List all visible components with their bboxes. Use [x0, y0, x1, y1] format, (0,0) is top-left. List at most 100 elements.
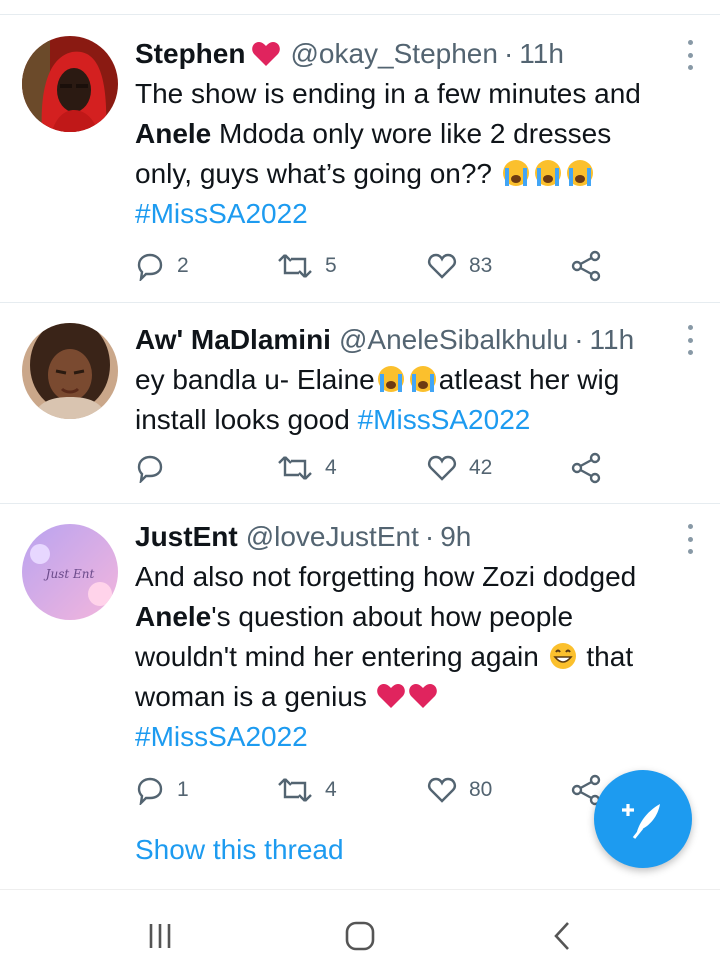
hashtag-link[interactable]: #MissSA2022	[358, 404, 531, 435]
compose-button[interactable]	[594, 770, 692, 868]
hashtag-link[interactable]: #MissSA2022	[135, 194, 702, 234]
show-thread-link[interactable]: Show this thread	[135, 830, 344, 870]
retweet-icon	[278, 456, 312, 480]
retweet-button[interactable]: 5	[277, 246, 337, 286]
tweet-line-text: atleast her wig	[438, 364, 620, 395]
tweet-line: The show is ending in a few minutes and	[135, 78, 641, 109]
more-icon[interactable]	[684, 524, 696, 554]
crying-face-icon	[534, 160, 561, 186]
handle[interactable]: @okay_Stephen	[290, 34, 497, 74]
home-icon	[345, 921, 375, 951]
tweet-3-content: JustEnt @loveJustEnt · 9h And also not f…	[135, 517, 702, 757]
tweet-line: wouldn't mind her entering again that	[135, 637, 702, 677]
tweet-header: Stephen @okay_Stephen · 11h	[135, 34, 702, 74]
tweet-line: ey bandla u- Elaine atleast her wig	[135, 360, 702, 400]
handle[interactable]: @loveJustEnt	[246, 517, 419, 557]
more-icon[interactable]	[684, 325, 696, 355]
crying-face-icon	[502, 160, 529, 186]
like-button[interactable]: 83	[427, 246, 492, 286]
recent-apps-icon	[149, 924, 171, 948]
mention-anele: Anele	[135, 601, 212, 632]
reply-icon	[137, 777, 163, 805]
reply-button[interactable]	[135, 448, 177, 488]
display-name[interactable]: Stephen	[135, 34, 245, 74]
share-icon	[571, 250, 601, 282]
tweet-2-content: Aw' MaDlamini @AneleSibalkhulu · 11h ey …	[135, 320, 702, 440]
mention-anele: Anele	[135, 118, 212, 149]
red-heart-icon	[408, 684, 437, 708]
red-heart-icon	[252, 42, 281, 66]
hashtag-link[interactable]: #MissSA2022	[135, 717, 702, 757]
reply-icon	[137, 455, 163, 483]
display-name[interactable]: JustEnt	[135, 517, 238, 557]
tweet-1[interactable]: Stephen @okay_Stephen · 11h The show is …	[0, 0, 720, 302]
tweet-line-rest: 's question about how people	[211, 601, 574, 632]
like-count: 42	[469, 456, 493, 479]
retweet-count: 4	[325, 456, 337, 479]
android-nav-bar	[0, 889, 720, 979]
like-count: 80	[469, 778, 493, 801]
more-icon[interactable]	[684, 40, 696, 70]
separator-dot: ·	[503, 38, 514, 69]
like-button[interactable]: 80	[427, 770, 492, 810]
crying-face-icon	[409, 366, 436, 392]
timestamp[interactable]: 11h	[519, 34, 564, 74]
tweet-line-text: only, guys what’s going on??	[135, 158, 500, 189]
tweet-line-text: ey bandla u- Elaine	[135, 364, 375, 395]
like-count: 83	[469, 254, 493, 277]
separator-dot: ·	[574, 324, 584, 355]
tweet-line-text: install looks good	[135, 404, 358, 435]
tweet-line-text: wouldn't mind her entering again	[135, 641, 547, 672]
like-icon	[428, 253, 456, 279]
crying-face-icon	[566, 160, 593, 186]
tweet-text: And also not forgetting how Zozi dodged …	[135, 557, 702, 757]
avatar-stephen[interactable]	[22, 36, 118, 132]
reply-button[interactable]: 2	[135, 246, 189, 286]
tweet-line: woman is a genius	[135, 677, 702, 717]
timestamp[interactable]: 9h	[440, 517, 471, 557]
timestamp[interactable]: 11h	[590, 320, 635, 360]
back-button[interactable]	[542, 920, 582, 952]
like-button[interactable]: 42	[427, 448, 492, 488]
tweet-line-rest: Mdoda only wore like 2 dresses	[211, 118, 612, 149]
share-icon	[571, 452, 601, 484]
tweet-line: only, guys what’s going on??	[135, 154, 702, 194]
share-button[interactable]	[570, 448, 602, 488]
reply-icon	[137, 253, 163, 281]
home-button[interactable]	[340, 920, 380, 952]
back-icon	[554, 922, 569, 950]
compose-icon	[622, 804, 660, 839]
tweet-header: Aw' MaDlamini @AneleSibalkhulu · 11h	[135, 320, 702, 360]
tweet-text: The show is ending in a few minutes and …	[135, 74, 702, 234]
retweet-icon	[278, 778, 312, 802]
retweet-button[interactable]: 4	[277, 770, 337, 810]
like-icon	[428, 777, 456, 803]
avatar-justent[interactable]: Just Ent	[22, 524, 118, 620]
avatar-logo-text: Just Ent	[43, 567, 95, 581]
retweet-count: 4	[325, 778, 337, 801]
reply-button[interactable]: 1	[135, 770, 189, 810]
tweet-2[interactable]: Aw' MaDlamini @AneleSibalkhulu · 11h ey …	[0, 303, 720, 503]
red-heart-icon	[376, 684, 405, 708]
grinning-face-icon	[549, 643, 576, 669]
share-button[interactable]	[570, 246, 602, 286]
recent-apps-button[interactable]	[140, 920, 180, 952]
retweet-button[interactable]: 4	[277, 448, 337, 488]
retweet-icon	[278, 254, 312, 278]
tweet-actions: 1 4 80	[135, 770, 605, 810]
avatar-aw-madlamini[interactable]	[22, 323, 118, 419]
tweet-text: ey bandla u- Elaine atleast her wig insta…	[135, 360, 702, 440]
tweet-line-text: that	[578, 641, 634, 672]
like-icon	[428, 455, 456, 481]
tweet-header: JustEnt @loveJustEnt · 9h	[135, 517, 702, 557]
reply-count: 1	[177, 778, 189, 801]
reply-count: 2	[177, 254, 189, 277]
tweet-line: Anele's question about how people	[135, 597, 702, 637]
tweet-line: And also not forgetting how Zozi dodged	[135, 561, 637, 592]
tweet-actions: 4 42	[135, 448, 605, 488]
tweet-1-content: Stephen @okay_Stephen · 11h The show is …	[135, 34, 702, 234]
tweet-line: install looks good #MissSA2022	[135, 400, 702, 440]
retweet-count: 5	[325, 254, 337, 277]
handle[interactable]: @AneleSibalkhulu	[339, 320, 568, 360]
display-name[interactable]: Aw' MaDlamini	[135, 320, 331, 360]
